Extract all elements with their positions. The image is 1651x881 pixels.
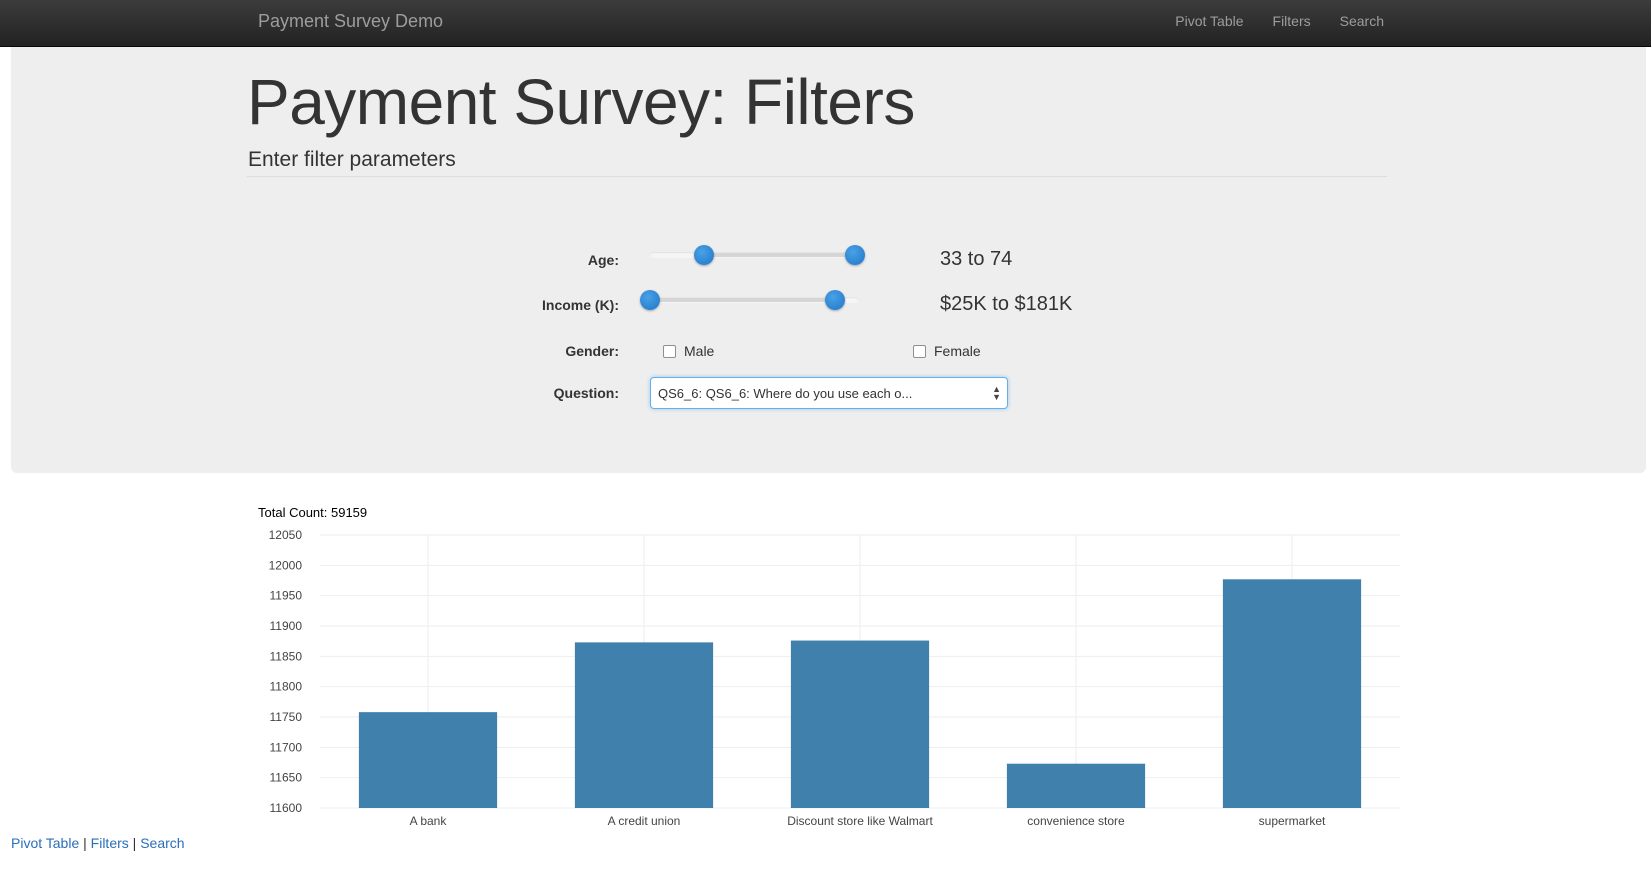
- y-tick-label: 11950: [270, 589, 303, 603]
- bar-supermarket[interactable]: [1222, 579, 1362, 808]
- bar-chart: 11600 11650 11700 11750 11800 11850 11900 11950…: [269, 528, 1400, 828]
- income-min-handle[interactable]: [640, 290, 660, 310]
- bar-a-credit-union[interactable]: [574, 642, 714, 808]
- bar-discount-store-like-walmart[interactable]: [790, 640, 930, 808]
- age-range-slider[interactable]: [650, 245, 866, 265]
- age-label: Age:: [587, 252, 619, 268]
- y-tick-label: 11750: [270, 710, 303, 724]
- navbar: Payment Survey Demo Pivot Table Filters …: [0, 0, 1651, 47]
- nav-link-filters[interactable]: Filters: [1273, 13, 1311, 29]
- page-subtitle: Enter filter parameters: [248, 148, 456, 171]
- income-range-value: $25K to $181K: [940, 293, 1073, 315]
- y-tick-label: 12000: [269, 558, 303, 572]
- male-label: Male: [684, 343, 715, 359]
- age-min-handle[interactable]: [693, 245, 714, 265]
- y-tick-label: 11600: [270, 801, 303, 815]
- nav-links: Pivot Table Filters Search: [1175, 13, 1384, 29]
- y-tick-label: 11650: [270, 771, 303, 785]
- y-tick-label: 11800: [270, 680, 303, 694]
- female-label: Female: [934, 343, 981, 359]
- male-checkbox[interactable]: [663, 344, 676, 358]
- footer-link-filters[interactable]: Filters: [91, 835, 129, 851]
- footer-separator: |: [83, 835, 87, 851]
- female-checkbox[interactable]: [913, 344, 926, 358]
- footer-link-pivot-table[interactable]: Pivot Table: [11, 835, 79, 851]
- y-tick-label: 11850: [270, 649, 303, 663]
- bar-a-bank[interactable]: [358, 712, 498, 808]
- age-range-value: 33 to 74: [940, 248, 1013, 270]
- gender-label: Gender:: [565, 343, 619, 359]
- nav-link-pivot-table[interactable]: Pivot Table: [1175, 13, 1243, 29]
- footer-separator: |: [132, 835, 137, 851]
- divider: [247, 176, 1387, 177]
- age-slider-selection: [703, 253, 856, 257]
- page-title: Payment Survey: Filters: [247, 66, 915, 138]
- footer-link-search[interactable]: Search: [140, 835, 184, 851]
- x-tick-label: Discount store like Walmart: [787, 814, 933, 828]
- nav-link-search[interactable]: Search: [1340, 13, 1384, 29]
- x-tick-label: A bank: [410, 814, 448, 828]
- question-select[interactable]: QS6_6: QS6_6: Where do you use each o...…: [650, 377, 1008, 409]
- footer-links: Pivot Table | Filters | Search: [11, 835, 185, 851]
- income-range-slider[interactable]: [640, 290, 858, 310]
- y-tick-label: 12050: [269, 528, 303, 542]
- x-tick-label: convenience store: [1027, 814, 1125, 828]
- y-tick-label: 11900: [270, 619, 303, 633]
- y-tick-label: 11700: [270, 740, 303, 754]
- income-max-handle[interactable]: [825, 290, 846, 310]
- income-label: Income (K):: [542, 297, 619, 313]
- gender-female-option[interactable]: Female: [913, 343, 981, 359]
- x-tick-label: A credit union: [608, 814, 681, 828]
- x-tick-label: supermarket: [1259, 814, 1326, 828]
- select-arrows-icon: ▲ ▼: [992, 384, 1001, 402]
- brand-link[interactable]: Payment Survey Demo: [258, 11, 443, 32]
- total-count: Total Count: 59159: [258, 505, 368, 520]
- question-label: Question:: [553, 385, 619, 401]
- income-slider-selection: [650, 298, 836, 302]
- gender-male-option[interactable]: Male: [663, 343, 714, 359]
- question-selected-value: QS6_6: QS6_6: Where do you use each o...: [658, 386, 913, 401]
- bar-convenience-store[interactable]: [1006, 763, 1146, 808]
